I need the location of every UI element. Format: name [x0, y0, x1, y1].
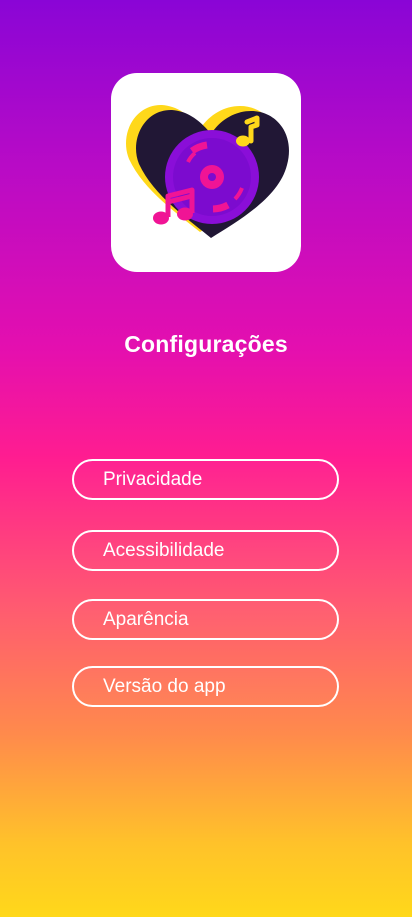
heart-vinyl-music-icon: [125, 104, 289, 239]
app-logo: [111, 73, 301, 272]
app-version-button[interactable]: Versão do app: [72, 666, 339, 707]
page-title: Configurações: [124, 331, 288, 357]
privacy-button[interactable]: Privacidade: [72, 459, 339, 500]
accessibility-button[interactable]: Acessibilidade: [72, 530, 339, 571]
appearance-button[interactable]: Aparência: [72, 599, 339, 640]
